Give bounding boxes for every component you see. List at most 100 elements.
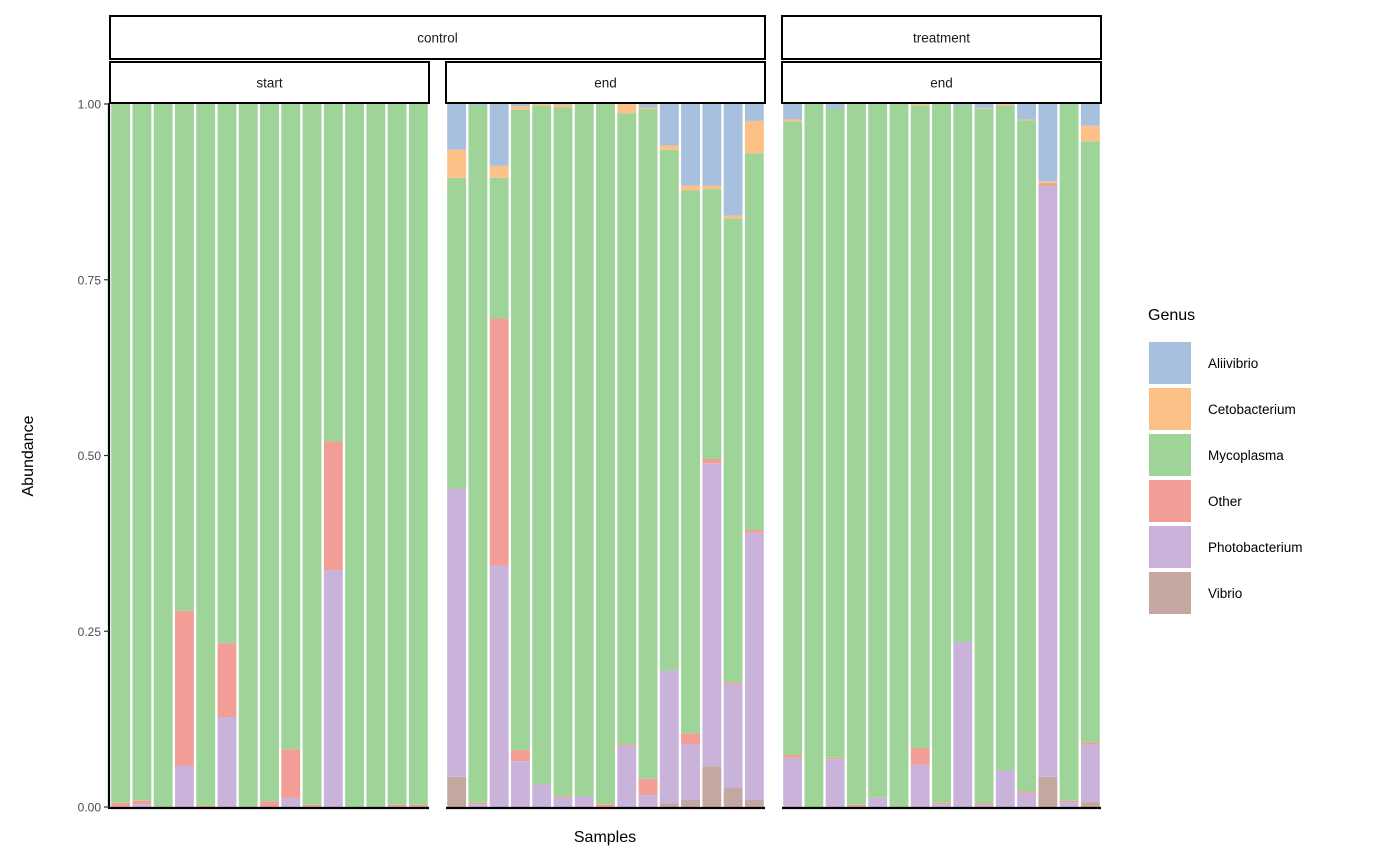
- y-tick-label: 0.00: [78, 801, 102, 815]
- bar-segment-photobacterium: [447, 488, 467, 777]
- bar-segment-aliivibrio: [702, 104, 722, 186]
- legend-item-other: Other: [1149, 480, 1242, 522]
- bar-segment-aliivibrio: [953, 104, 973, 106]
- bar-segment-cetobacterium: [995, 104, 1015, 106]
- bar-segment-other: [723, 682, 743, 684]
- bar-segment-vibrio: [447, 776, 467, 807]
- bar-segment-mycoplasma: [783, 121, 803, 755]
- bar-sample-15: [408, 104, 428, 807]
- bar-segment-mycoplasma: [511, 109, 530, 751]
- bar-segment-mycoplasma: [932, 104, 951, 803]
- bar-sample-12: [345, 104, 364, 807]
- bar-segment-other: [489, 318, 509, 566]
- bar-segment-photobacterium: [175, 765, 194, 807]
- bar-sample-7: [238, 104, 258, 807]
- bar-segment-other: [196, 805, 216, 807]
- strip-label: treatment: [913, 31, 970, 46]
- bar-segment-vibrio: [702, 766, 722, 807]
- bar-segment-aliivibrio: [744, 104, 764, 121]
- bar-segment-other: [553, 796, 573, 798]
- facet-strip-end: end: [930, 76, 953, 91]
- bar-segment-cetobacterium: [1080, 125, 1100, 142]
- bar-segment-other: [1059, 800, 1079, 803]
- bar-segment-mycoplasma: [489, 177, 509, 319]
- bar-sample-1: [111, 104, 131, 807]
- bar-sample-3: [825, 104, 845, 807]
- panel-treatment-end: [783, 104, 1100, 807]
- bar-segment-mycoplasma: [953, 105, 973, 642]
- bar-segment-mycoplasma: [744, 153, 764, 531]
- bar-sample-9: [953, 104, 973, 807]
- bar-sample-3: [153, 104, 173, 807]
- bar-sample-5: [196, 104, 216, 807]
- bar-segment-cetobacterium: [744, 120, 764, 154]
- bar-segment-other: [617, 744, 637, 746]
- bar-sample-8: [932, 104, 951, 807]
- bar-segment-photobacterium: [1059, 802, 1079, 807]
- bar-segment-mycoplasma: [659, 149, 679, 671]
- legend-label: Photobacterium: [1208, 540, 1303, 555]
- bar-segment-mycoplasma: [132, 104, 152, 801]
- bar-segment-other: [302, 804, 322, 807]
- bar-sample-12: [1017, 104, 1036, 807]
- bar-segment-aliivibrio: [468, 104, 488, 106]
- bar-sample-10: [974, 104, 994, 807]
- bar-sample-4: [511, 104, 530, 807]
- bar-segment-mycoplasma: [302, 104, 322, 805]
- bar-segment-mycoplasma: [111, 104, 131, 803]
- y-tick-label: 1.00: [78, 98, 102, 112]
- bar-segment-mycoplasma: [702, 189, 722, 460]
- bar-segment-other: [111, 802, 131, 807]
- bar-sample-6: [889, 104, 909, 807]
- bar-segment-photobacterium: [553, 797, 573, 807]
- bar-segment-cetobacterium: [974, 108, 994, 109]
- bar-segment-cetobacterium: [617, 104, 637, 114]
- bar-segment-photobacterium: [995, 770, 1015, 807]
- bar-segment-other: [974, 803, 994, 805]
- bar-segment-vibrio: [723, 788, 743, 807]
- bar-segment-mycoplasma: [408, 104, 428, 805]
- bar-segment-photobacterium: [281, 797, 301, 807]
- legend-item-photobacterium: Photobacterium: [1149, 526, 1303, 568]
- bar-sample-3: [489, 104, 509, 807]
- bar-segment-aliivibrio: [825, 104, 845, 109]
- bar-segment-photobacterium: [932, 804, 951, 807]
- legend-swatch: [1149, 480, 1191, 522]
- bar-segment-other: [702, 459, 722, 464]
- bar-segment-photobacterium: [702, 463, 722, 767]
- bar-sample-6: [217, 104, 237, 807]
- bar-segment-other: [281, 749, 301, 798]
- bar-sample-1: [447, 104, 467, 807]
- bar-segment-mycoplasma: [387, 104, 407, 805]
- bar-segment-cetobacterium: [553, 104, 573, 108]
- y-axis-ticks: 0.00 0.25 0.50 0.75 1.00: [78, 98, 109, 815]
- bar-sample-11: [323, 104, 343, 807]
- bar-segment-other: [596, 804, 615, 807]
- bar-segment-photobacterium: [659, 670, 679, 804]
- bar-segment-aliivibrio: [681, 104, 700, 186]
- bar-segment-mycoplasma: [468, 105, 488, 803]
- legend-label: Other: [1208, 494, 1242, 509]
- legend-swatch: [1149, 434, 1191, 476]
- bar-segment-cetobacterium: [783, 119, 803, 122]
- facet-strip-end: end: [594, 76, 617, 91]
- bar-segment-other: [175, 610, 194, 766]
- bar-segment-mycoplasma: [1080, 141, 1100, 743]
- bar-sample-14: [387, 104, 407, 807]
- bar-segment-vibrio: [1080, 802, 1100, 807]
- bar-segment-other: [511, 750, 530, 762]
- bar-segment-vibrio: [659, 803, 679, 807]
- bar-segment-aliivibrio: [783, 104, 803, 120]
- bar-segment-other: [260, 801, 279, 807]
- bar-segment-cetobacterium: [1038, 181, 1058, 183]
- bar-sample-13: [1038, 104, 1058, 807]
- bar-segment-vibrio: [1038, 776, 1058, 807]
- bar-segment-vibrio: [744, 799, 764, 807]
- bar-segment-aliivibrio: [447, 104, 467, 150]
- bar-sample-8: [596, 104, 615, 807]
- bar-segment-mycoplasma: [366, 104, 386, 807]
- bar-segment-mycoplasma: [995, 105, 1015, 771]
- bar-segment-mycoplasma: [868, 104, 888, 798]
- bar-segment-photobacterium: [974, 804, 994, 807]
- legend-title: Genus: [1148, 307, 1195, 324]
